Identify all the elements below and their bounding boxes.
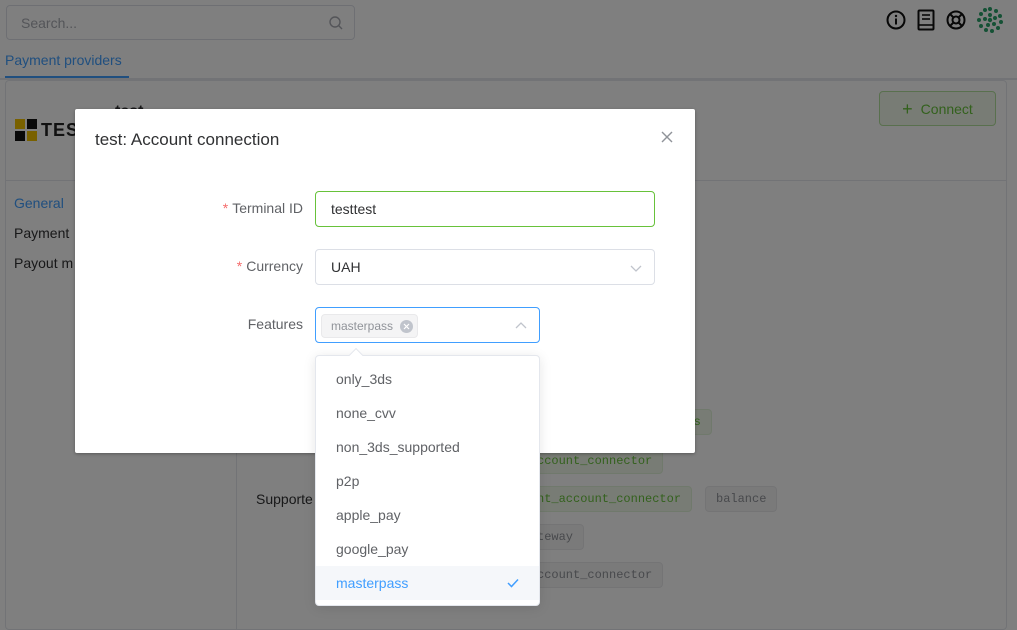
terminal-id-input[interactable] xyxy=(316,192,654,226)
check-icon xyxy=(507,578,519,588)
chip-label: masterpass xyxy=(331,319,394,333)
features-label: Features xyxy=(247,316,303,332)
features-dropdown: only_3ds none_cvv non_3ds_supported p2p … xyxy=(315,347,540,606)
dropdown-option-apple-pay[interactable]: apple_pay xyxy=(316,498,539,532)
required-marker: * xyxy=(236,258,243,274)
currency-value: UAH xyxy=(331,259,361,275)
chevron-up-icon xyxy=(515,322,527,329)
chip-close-icon[interactable] xyxy=(400,320,414,333)
dropdown-option-only-3ds[interactable]: only_3ds xyxy=(316,362,539,396)
close-icon[interactable] xyxy=(659,129,675,145)
dropdown-option-google-pay[interactable]: google_pay xyxy=(316,532,539,566)
dropdown-option-masterpass[interactable]: masterpass xyxy=(316,566,539,600)
dropdown-option-non-3ds-supported[interactable]: non_3ds_supported xyxy=(316,430,539,464)
terminal-id-label: * Terminal ID xyxy=(222,200,303,216)
currency-select[interactable]: UAH xyxy=(315,249,655,285)
required-marker: * xyxy=(222,200,229,216)
selected-feature-chip: masterpass xyxy=(321,314,419,338)
dropdown-option-none-cvv[interactable]: none_cvv xyxy=(316,396,539,430)
chevron-down-icon xyxy=(630,265,642,272)
dropdown-option-p2p[interactable]: p2p xyxy=(316,464,539,498)
terminal-id-field[interactable] xyxy=(315,191,655,227)
option-label: masterpass xyxy=(336,575,409,591)
currency-label: * Currency xyxy=(236,258,303,274)
dialog-title: test: Account connection xyxy=(95,130,280,149)
features-select[interactable]: masterpass xyxy=(315,307,540,343)
